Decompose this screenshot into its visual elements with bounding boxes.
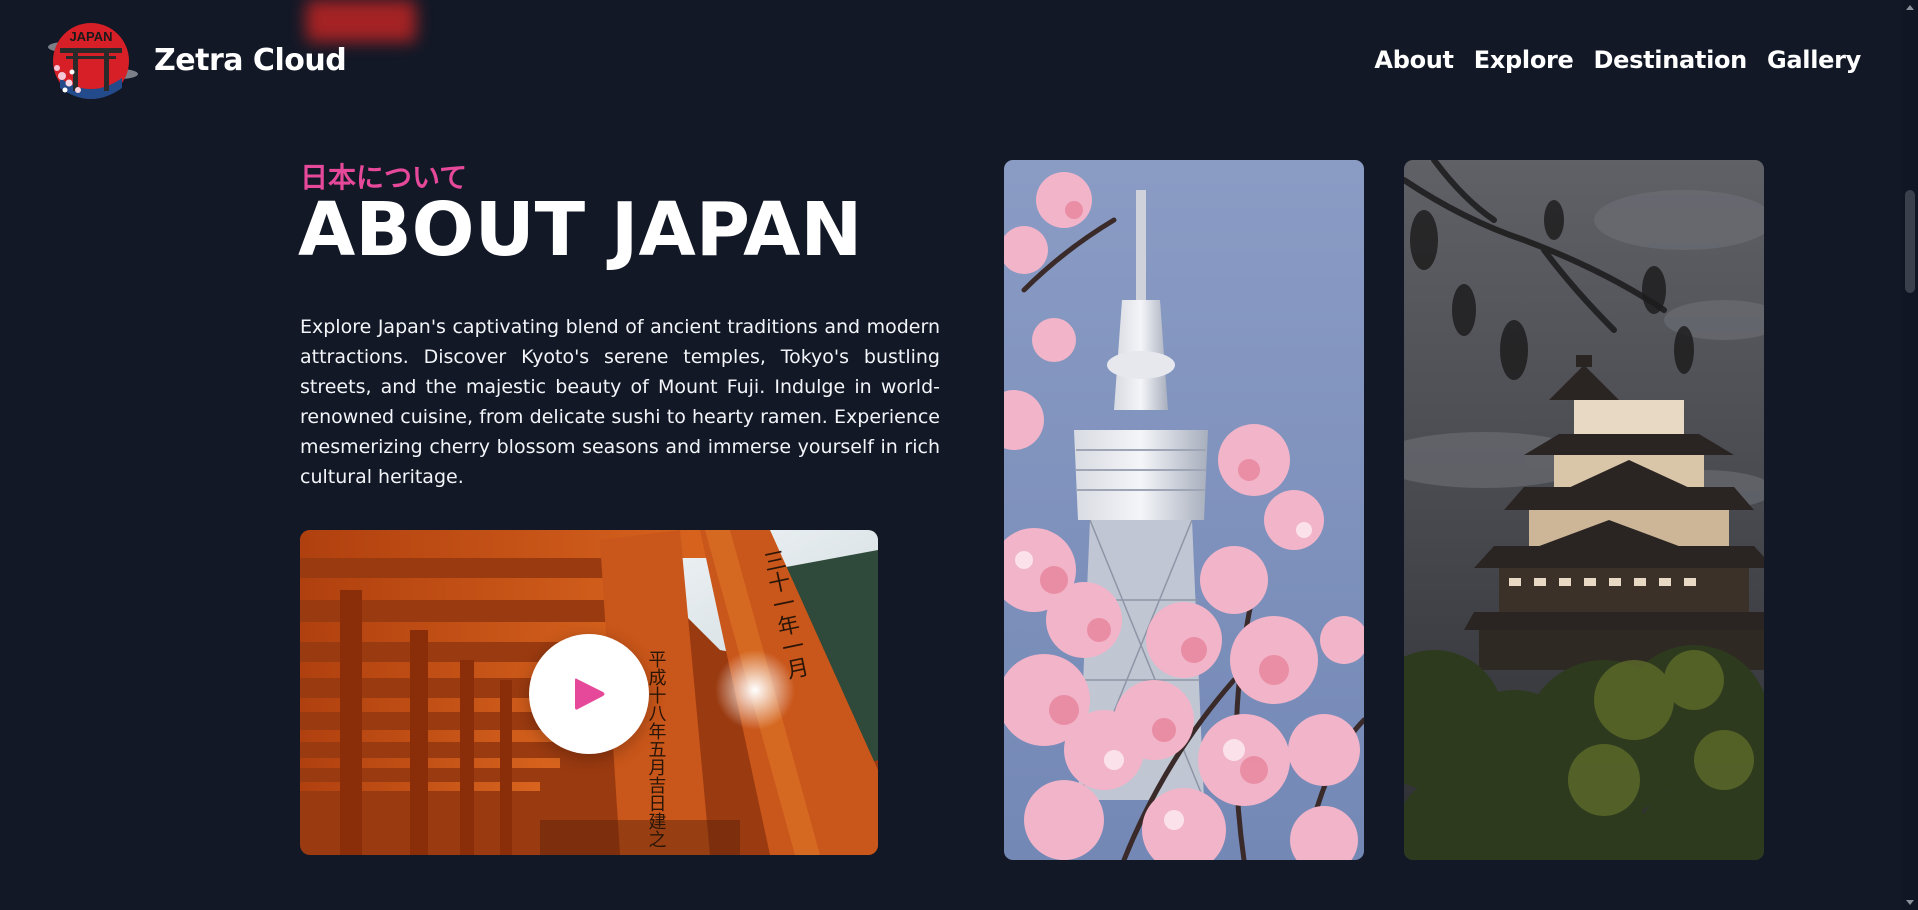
video-thumbnail[interactable]: 平成十八年五月吉日建之 三十一年一月: [300, 530, 878, 855]
scrollbar-thumb[interactable]: [1905, 190, 1915, 293]
skytree-cherry-blossom-photo: [1004, 160, 1364, 860]
vertical-scrollbar[interactable]: [1902, 0, 1918, 910]
scroll-up-arrow-icon[interactable]: [1906, 5, 1914, 10]
blurred-banner: [306, 0, 416, 42]
svg-text:JAPAN: JAPAN: [69, 29, 112, 44]
svg-text:平成十八年五月吉日建之: 平成十八年五月吉日建之: [646, 650, 667, 848]
play-button[interactable]: [529, 634, 649, 754]
nav-gallery[interactable]: Gallery: [1767, 46, 1861, 74]
brand-name[interactable]: Zetra Cloud: [154, 43, 347, 78]
nav-destination[interactable]: Destination: [1594, 46, 1748, 74]
main-nav: About Explore Destination Gallery: [1374, 46, 1861, 74]
nav-about[interactable]: About: [1374, 46, 1454, 74]
scroll-down-arrow-icon[interactable]: [1906, 900, 1914, 905]
japanese-castle-photo: [1404, 160, 1764, 860]
section-title: ABOUT JAPAN: [298, 187, 863, 273]
play-icon: [575, 678, 605, 710]
nav-explore[interactable]: Explore: [1474, 46, 1574, 74]
japan-logo[interactable]: JAPAN: [42, 16, 140, 106]
section-description: Explore Japan's captivating blend of anc…: [300, 316, 940, 488]
